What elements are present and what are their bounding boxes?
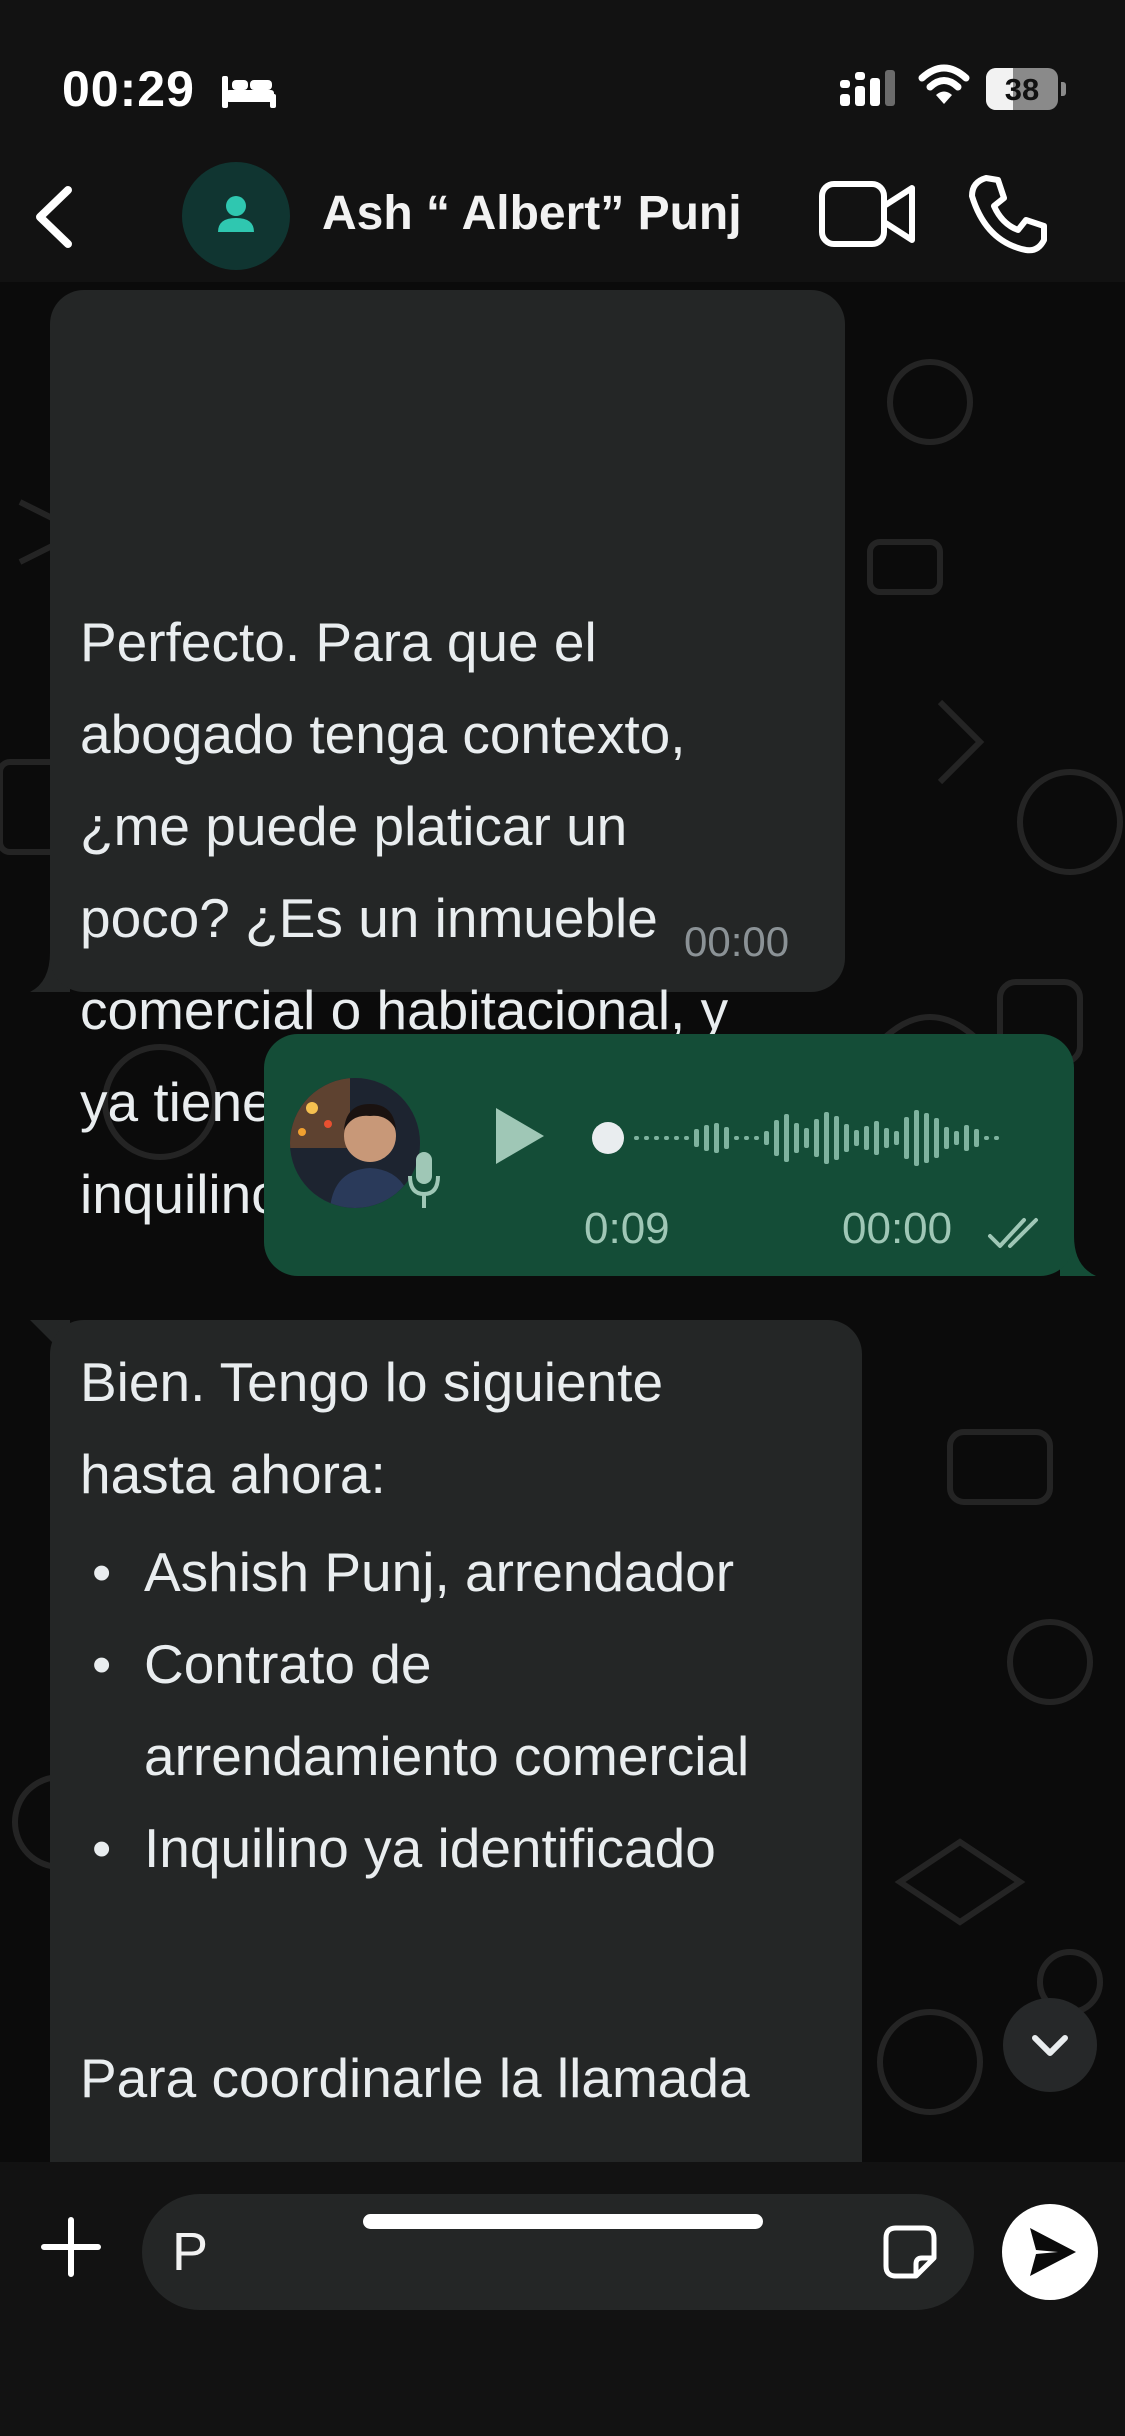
waveform-bar xyxy=(774,1120,779,1156)
waveform-bar xyxy=(754,1136,759,1140)
list-bullet: • xyxy=(92,1541,112,1603)
home-indicator xyxy=(363,2214,763,2229)
battery-level: 38 xyxy=(1004,72,1040,107)
waveform-bar xyxy=(784,1114,789,1162)
phone-icon[interactable] xyxy=(966,172,1050,256)
chevron-down-icon xyxy=(1032,2035,1068,2056)
waveform-bar xyxy=(634,1136,639,1140)
incoming-message[interactable]: Perfecto. Para que el abogado tenga cont… xyxy=(50,290,845,1225)
waveform-bar xyxy=(894,1131,899,1145)
voice-duration: 0:09 xyxy=(584,1204,670,1253)
status-time: 00:29 xyxy=(62,61,195,117)
waveform-bar xyxy=(764,1131,769,1145)
waveform-bar xyxy=(724,1127,729,1149)
scroll-to-bottom-button[interactable] xyxy=(1003,1998,1097,2092)
waveform-bar xyxy=(804,1128,809,1148)
waveform-bar xyxy=(674,1136,679,1140)
send-button[interactable] xyxy=(1002,2204,1098,2300)
double-check-icon xyxy=(988,1218,1038,1248)
waveform-bar xyxy=(914,1110,919,1166)
list-bullet: • xyxy=(92,1633,112,1695)
waveform-bar xyxy=(704,1125,709,1151)
chat-screen: 00:29 38 Ash “ Albert” Punj Perfecto. Pa… xyxy=(0,0,1125,2436)
list-item: Ashish Punj, arrendador xyxy=(144,1541,735,1603)
waveform-bar xyxy=(794,1123,799,1153)
waveform-bar xyxy=(694,1129,699,1147)
waveform-bar xyxy=(854,1130,859,1146)
sticker-icon[interactable] xyxy=(880,2222,940,2282)
message-text: Bien. Tengo lo siguiente hasta ahora: xyxy=(80,1351,664,1505)
waveform-bar xyxy=(904,1117,909,1159)
waveform-bar xyxy=(664,1136,669,1140)
waveform-bar xyxy=(934,1118,939,1158)
waveform-bar xyxy=(744,1136,749,1140)
outgoing-voice-message[interactable]: 0:09 00:00 xyxy=(264,1034,1074,1276)
wifi-icon xyxy=(918,64,970,104)
microphone-icon xyxy=(408,1152,440,1208)
waveform-bar xyxy=(924,1113,929,1163)
list-bullet: • xyxy=(92,1817,112,1879)
waveform-playhead xyxy=(592,1122,624,1154)
waveform-bar xyxy=(944,1127,949,1149)
waveform-bar xyxy=(684,1136,689,1140)
sender-avatar xyxy=(290,1078,420,1208)
play-icon[interactable] xyxy=(492,1104,548,1168)
message-time: 00:00 xyxy=(842,1204,953,1253)
waveform-bar xyxy=(644,1136,649,1140)
chevron-left-icon[interactable] xyxy=(20,172,100,262)
waveform-bar xyxy=(974,1129,979,1147)
waveform-bar xyxy=(984,1136,989,1140)
waveform-bar xyxy=(954,1131,959,1145)
contact-name[interactable]: Ash “ Albert” Punj xyxy=(322,186,742,241)
bed-icon xyxy=(222,76,276,108)
voice-waveform[interactable] xyxy=(590,1098,1010,1178)
waveform-bar xyxy=(824,1112,829,1164)
message-input[interactable] xyxy=(142,2194,974,2310)
waveform-bar xyxy=(994,1136,999,1140)
send-icon xyxy=(1030,2228,1076,2276)
waveform-bar xyxy=(884,1128,889,1148)
list-item: Inquilino ya identificado xyxy=(144,1817,716,1879)
waveform-bar xyxy=(714,1123,719,1153)
plus-icon[interactable] xyxy=(38,2214,104,2280)
battery-icon: 38 xyxy=(986,68,1066,110)
contact-avatar[interactable] xyxy=(182,162,290,270)
waveform-bar xyxy=(964,1125,969,1151)
waveform-bar xyxy=(654,1136,659,1140)
message-composer xyxy=(0,2162,1125,2436)
message-text: Para coordinarle la llamada xyxy=(80,2047,750,2109)
waveform-bar xyxy=(864,1126,869,1150)
status-bar: 00:29 38 xyxy=(0,0,1125,170)
video-camera-icon[interactable] xyxy=(818,178,918,250)
incoming-message[interactable]: Bien. Tengo lo siguiente hasta ahora: • … xyxy=(50,1320,862,2280)
waveform-bar xyxy=(874,1121,879,1155)
waveform-bar xyxy=(844,1124,849,1152)
waveform-bar xyxy=(814,1119,819,1157)
waveform-bar xyxy=(734,1136,739,1140)
message-time: 00:00 xyxy=(684,918,790,965)
person-icon xyxy=(218,196,254,232)
signal-icon xyxy=(840,70,895,106)
waveform-bar xyxy=(834,1116,839,1160)
list-item: Contrato de arrendamiento comercial xyxy=(144,1633,750,1787)
chat-header: Ash “ Albert” Punj xyxy=(0,150,1125,282)
